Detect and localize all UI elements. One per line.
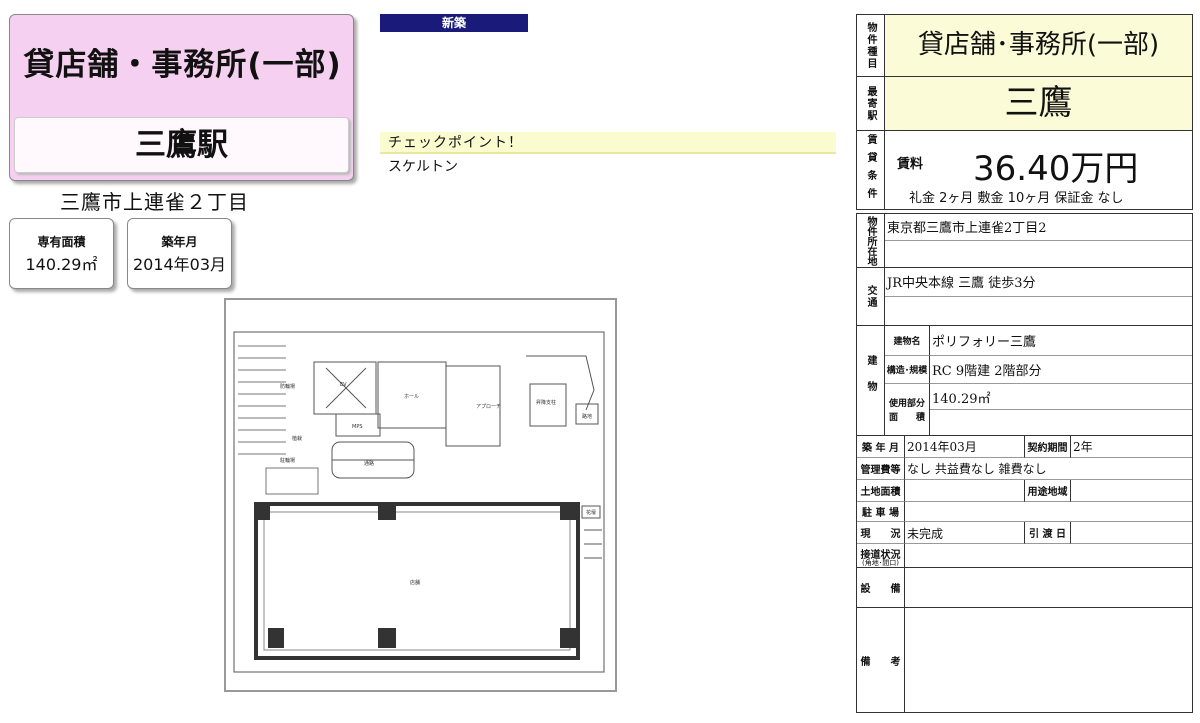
floorplan-label: EV: [340, 382, 347, 388]
floorplan-label: 駐輪場: [280, 457, 295, 464]
checkpoint-title: チェックポイント！: [380, 132, 836, 154]
station-label: 最寄駅: [857, 77, 885, 131]
summary-table: 物件種目 貸店舗･事務所(一部) 最寄駅 三鷹 賃貸条件 賃料 36.40万円 …: [856, 14, 1193, 210]
area-value: 140.29㎡: [930, 384, 1192, 410]
land-value: [905, 480, 1025, 502]
floorplan-label: 防輪場: [280, 383, 295, 390]
structure-label: 構造･規模: [885, 356, 930, 384]
parking-value: [905, 502, 1192, 522]
checkpoint-body: スケルトン: [388, 159, 458, 175]
handover-label: 引 渡 日: [1025, 522, 1071, 544]
building-label: 建物: [857, 326, 885, 436]
building-name-label: 建物名: [885, 326, 930, 356]
built-label: 築 年 月: [857, 436, 905, 458]
spec-card-built: 築年月 2014年03月: [127, 218, 232, 289]
type-label: 物件種目: [857, 15, 885, 77]
spec-value: 140.29㎡: [25, 255, 98, 274]
floor-plan-drawing: EV ホール アプローチ 駐輪場 MPS 植栽 通路 防輪場 店舗 花壇 路地 …: [233, 331, 605, 673]
floorplan-label: 昇降支柱: [536, 399, 556, 406]
parking-label: 駐 車 場: [857, 502, 905, 522]
equipment-value: [905, 568, 1192, 608]
road-label-cell: 接道状況 (角地･間口): [857, 544, 905, 568]
type-value: 貸店舗･事務所(一部): [885, 15, 1192, 77]
building-name-value: ポリフォリー三鷹: [930, 326, 1192, 356]
property-type-title: 貸店舗・事務所(一部): [23, 47, 342, 83]
property-title-card: 貸店舗・事務所(一部) 三鷹駅: [9, 14, 354, 181]
remarks-label: 備 考: [857, 608, 905, 712]
structure-value: RC 9階建 2階部分: [930, 356, 1192, 384]
floorplan-label: ホール: [404, 394, 419, 400]
road-sublabel: (角地･間口): [862, 559, 899, 567]
built-value: 2014年03月: [905, 436, 1025, 458]
floorplan-label: 店舗: [410, 579, 420, 586]
area-label-cell: 使用部分 面 積: [885, 384, 930, 436]
terms-label: 賃貸条件: [857, 131, 885, 209]
rent-value: 36.40万円: [973, 149, 1139, 189]
transport-value: JR中央本線 三鷹 徒歩3分: [885, 268, 1192, 297]
area-label: 面 積: [888, 413, 925, 423]
spec-value: 2014年03月: [132, 255, 227, 274]
deposit-terms: 礼金 2ヶ月 敷金 10ヶ月 保証金 なし: [909, 191, 1124, 206]
spec-label: 築年月: [161, 235, 198, 249]
road-value: [905, 544, 1192, 568]
zoning-value: [1071, 480, 1192, 502]
equipment-label: 設 備: [857, 568, 905, 608]
contract-label: 契約期間: [1025, 436, 1071, 458]
status-value: 未完成: [905, 522, 1025, 544]
location-extra: [885, 241, 1192, 268]
station-name: 三鷹駅: [14, 117, 349, 173]
detail-table: 物件所在地 東京都三鷹市上連雀2丁目2 交通 JR中央本線 三鷹 徒歩3分 建物…: [856, 213, 1193, 713]
spec-card-area: 専有面積 140.29㎡: [9, 218, 114, 289]
spec-label: 専有面積: [37, 235, 86, 249]
station-value: 三鷹: [885, 77, 1192, 131]
handover-value: [1071, 522, 1192, 544]
zoning-label: 用途地域: [1025, 480, 1071, 502]
floorplan-label: 植栽: [292, 435, 302, 442]
fees-label: 管理費等: [857, 458, 905, 480]
floorplan-label: アプローチ: [476, 404, 501, 410]
transport-label: 交通: [857, 268, 885, 326]
floorplan-label: 花壇: [586, 509, 596, 516]
location-value: 東京都三鷹市上連雀2丁目2: [885, 214, 1192, 241]
rent-label: 賃料: [897, 157, 924, 172]
contract-value: 2年: [1071, 436, 1192, 458]
remarks-value: [905, 608, 1192, 712]
status-label: 現 況: [857, 522, 905, 544]
terms-cell: 賃料 36.40万円 礼金 2ヶ月 敷金 10ヶ月 保証金 なし: [885, 131, 1192, 209]
floorplan-label: MPS: [352, 424, 363, 430]
transport-extra: [885, 297, 1192, 326]
land-label: 土地面積: [857, 480, 905, 502]
address-short: 三鷹市上連雀２丁目: [60, 190, 249, 214]
fees-value: なし 共益費なし 雑費なし: [905, 458, 1192, 480]
area-label: 使用部分: [888, 399, 925, 409]
floor-plan-image: EV ホール アプローチ 駐輪場 MPS 植栽 通路 防輪場 店舗 花壇 路地 …: [224, 298, 617, 692]
floorplan-label: 通路: [364, 460, 374, 467]
area-extra: [930, 410, 1192, 436]
location-label: 物件所在地: [857, 214, 885, 268]
floorplan-label: 路地: [582, 413, 592, 420]
new-badge: 新築: [380, 14, 528, 32]
